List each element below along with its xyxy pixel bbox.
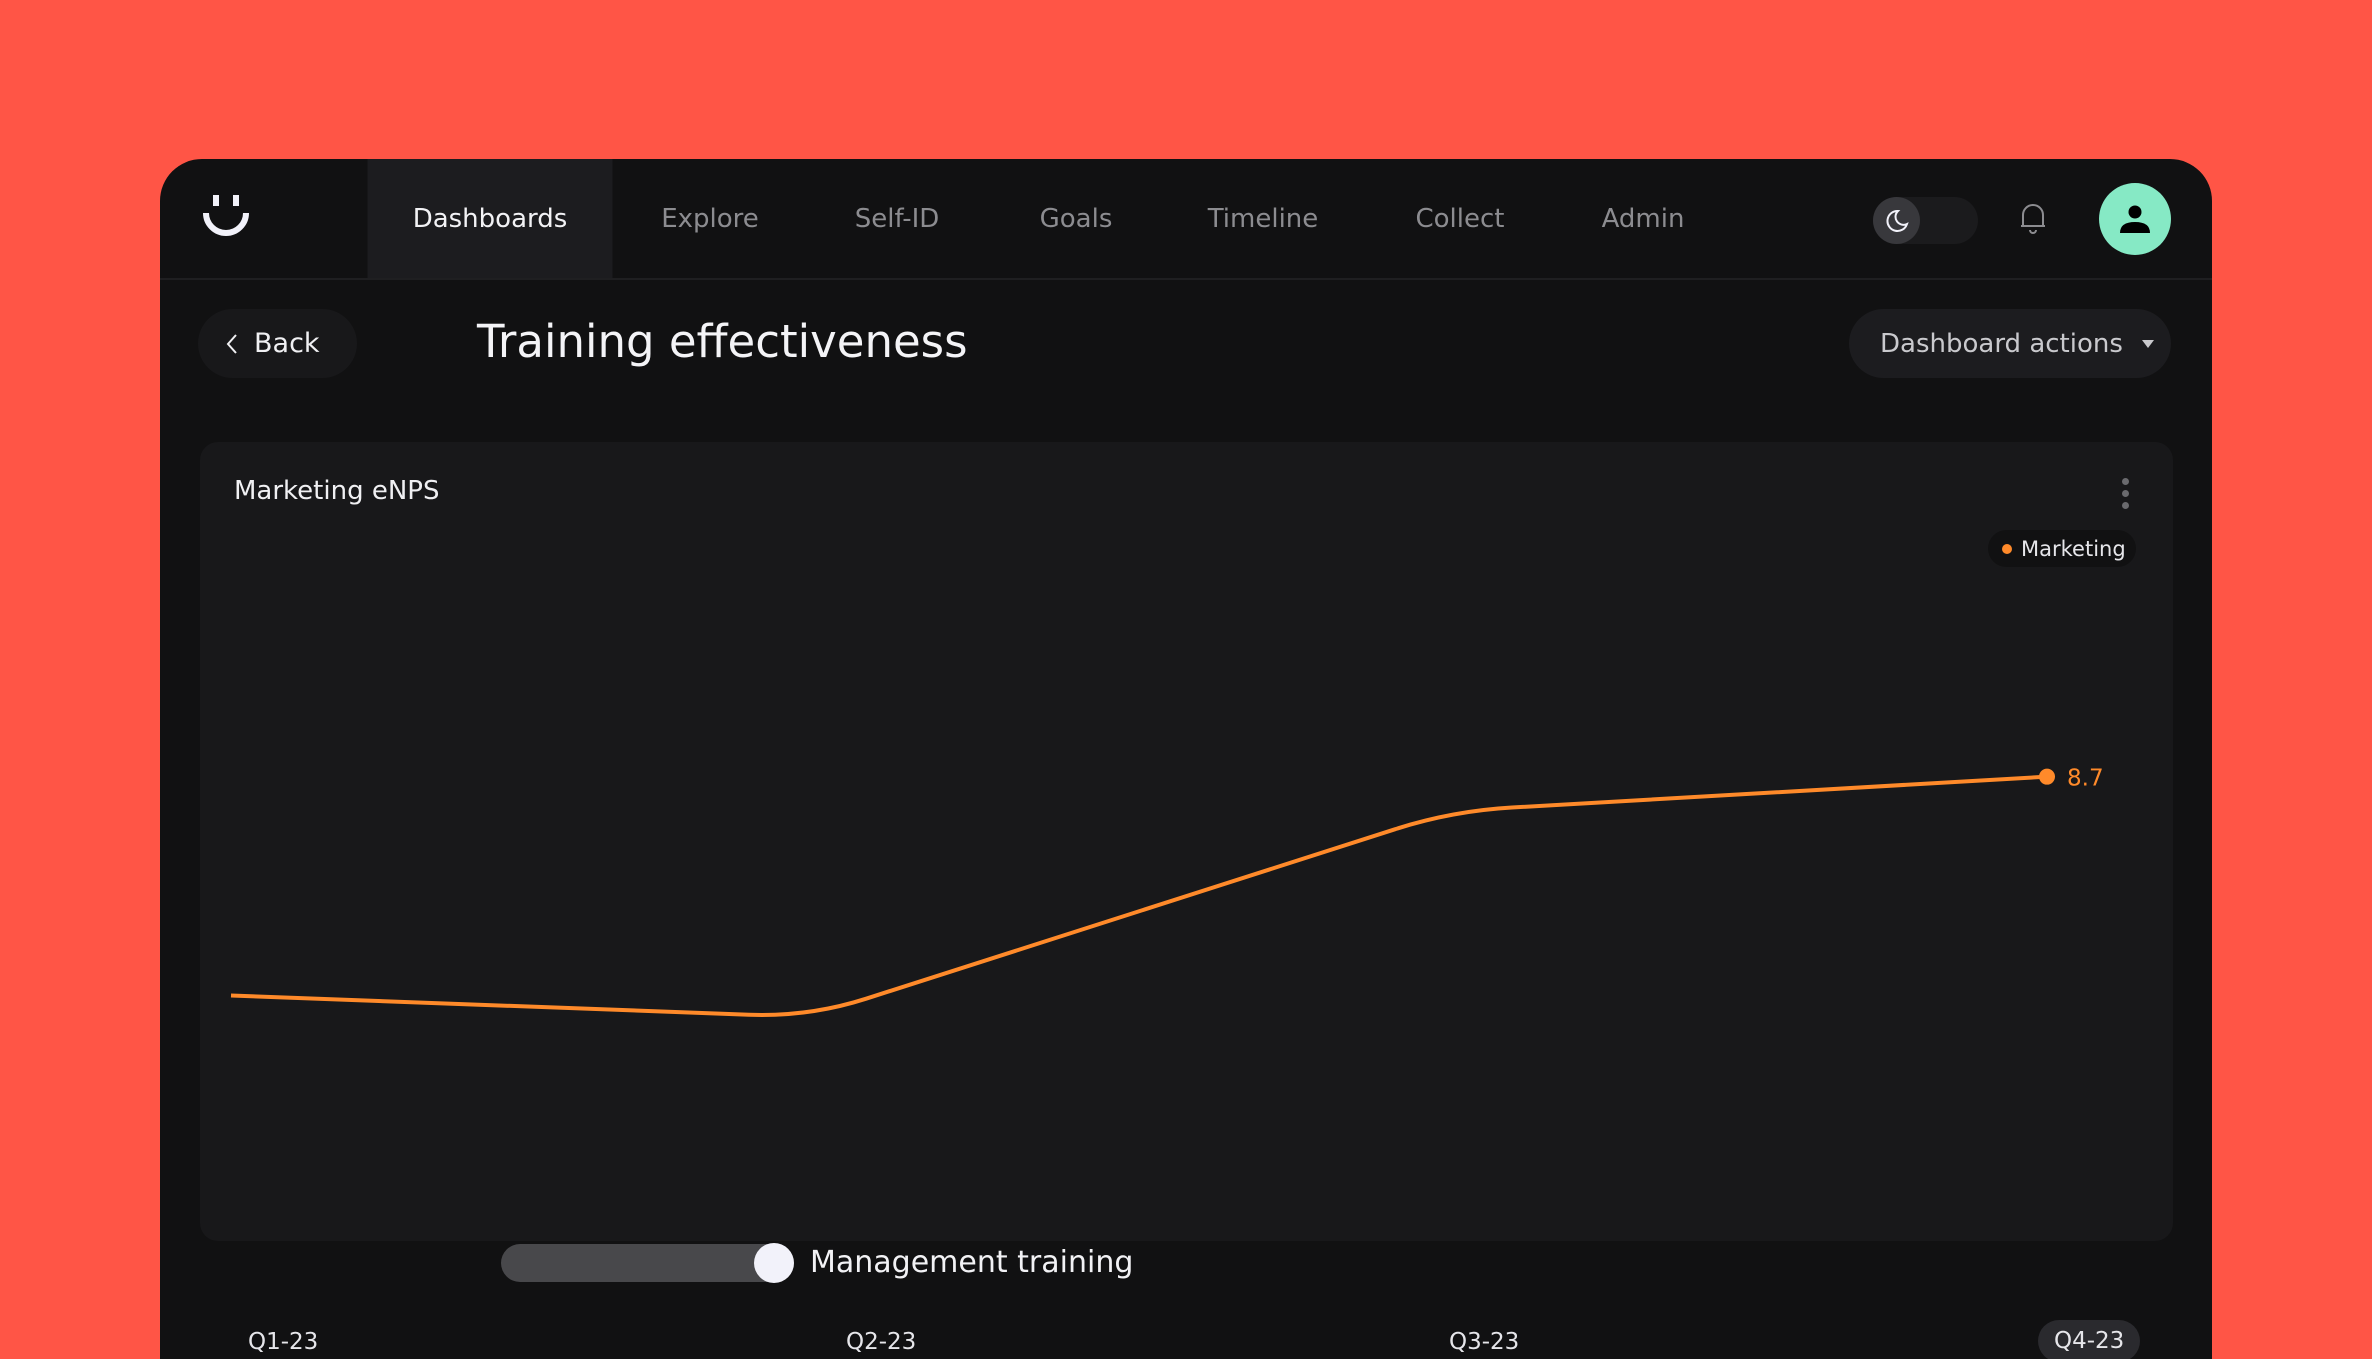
avatar[interactable] [2099, 183, 2171, 255]
data-point[interactable] [2039, 768, 2055, 785]
dashboard-actions-label: Dashboard actions [1880, 328, 2123, 359]
tab-dashboards[interactable]: Dashboards [367, 159, 613, 278]
bell-icon[interactable] [2018, 201, 2048, 235]
annotation-handle[interactable] [754, 1243, 794, 1283]
annotation-label: Management training [810, 1245, 1134, 1280]
logo-icon[interactable] [200, 193, 256, 249]
chevron-left-icon [226, 333, 237, 354]
annotation-range-slider[interactable] [501, 1243, 794, 1283]
back-label: Back [254, 328, 320, 359]
tab-collect[interactable]: Collect [1416, 159, 1505, 278]
tab-admin[interactable]: Admin [1602, 159, 1685, 278]
x-tick-label: Q1-23 [248, 1329, 319, 1355]
tab-timeline[interactable]: Timeline [1208, 159, 1319, 278]
user-icon [2120, 205, 2150, 233]
back-button[interactable]: Back [198, 309, 357, 378]
moon-icon [1873, 197, 1920, 244]
tab-explore[interactable]: Explore [661, 159, 759, 278]
page-title: Training effectiveness [477, 315, 968, 368]
top-nav: Dashboards Explore Self-ID Goals Timelin… [160, 159, 2212, 280]
data-label: 8.7 [2067, 766, 2104, 792]
x-tick-label: Q2-23 [846, 1329, 917, 1355]
series-line-marketing [230, 774, 2048, 1017]
chart-card: Marketing eNPS Marketing 8.7 Management … [200, 442, 2173, 1359]
x-tick-label-selected[interactable]: Q4-23 [2038, 1320, 2141, 1359]
line-chart: 8.7 [230, 766, 2104, 1017]
theme-toggle[interactable] [1873, 197, 1978, 244]
dashboard-actions-button[interactable]: Dashboard actions [1849, 309, 2171, 378]
app-window: Dashboards Explore Self-ID Goals Timelin… [160, 159, 2212, 1359]
tab-goals[interactable]: Goals [1040, 159, 1113, 278]
tab-self-id[interactable]: Self-ID [855, 159, 940, 278]
x-tick-label: Q3-23 [1449, 1329, 1520, 1355]
caret-down-icon [2141, 339, 2154, 348]
